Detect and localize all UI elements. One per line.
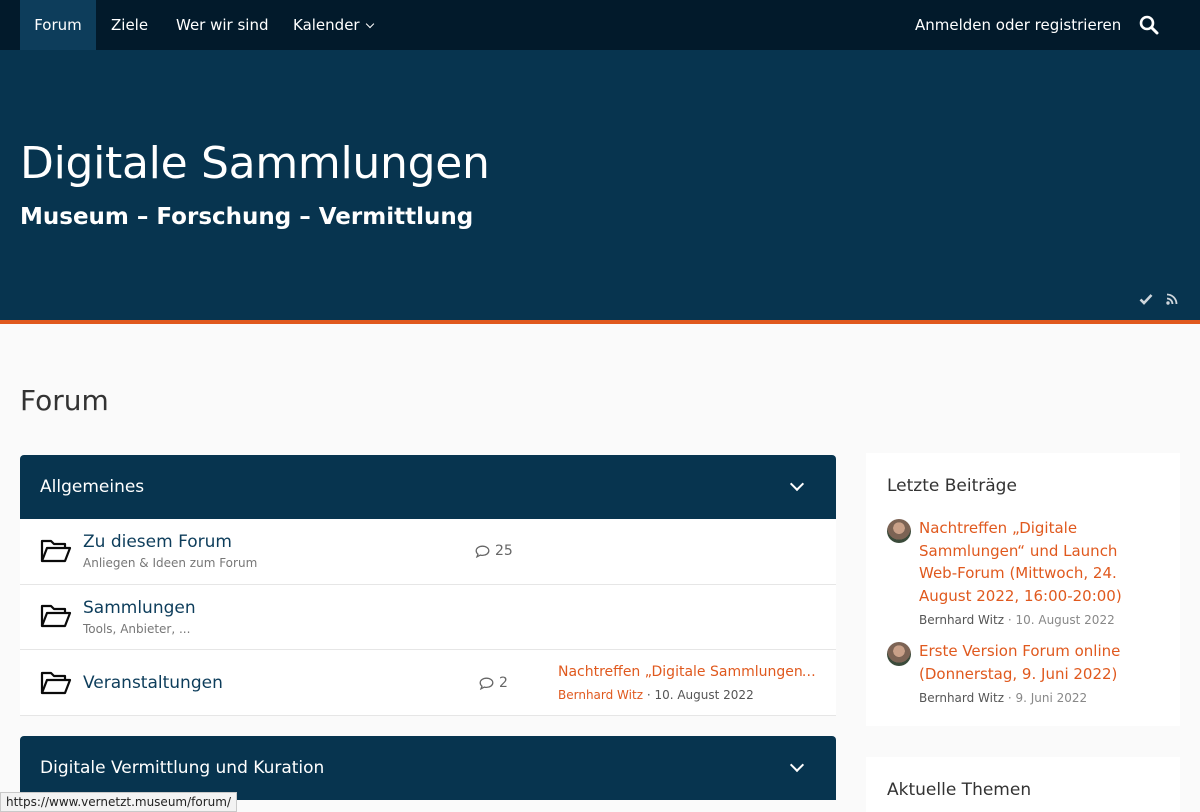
recent-posts-box: Letzte Beiträge Nachtreffen „Digitale Sa…: [866, 453, 1180, 726]
post-author[interactable]: Bernhard Witz: [919, 691, 1004, 705]
category-title[interactable]: Digitale Vermittlung und Kuration: [40, 736, 324, 800]
last-post-meta: Bernhard Witz · 10. August 2022: [558, 688, 754, 702]
search-icon: [1139, 15, 1159, 35]
nav-item-forum[interactable]: Forum: [20, 0, 96, 50]
post-author[interactable]: Bernhard Witz: [919, 613, 1004, 627]
comment-icon: [479, 677, 494, 690]
post-title-link[interactable]: Nachtreffen „Digitale Sammlungen“ und La…: [919, 517, 1159, 607]
category-header-allgemeines[interactable]: Allgemeines: [20, 455, 836, 519]
folder-open-icon: [40, 604, 72, 628]
last-post-author[interactable]: Bernhard Witz: [558, 688, 643, 702]
recent-posts-title: Letzte Beiträge: [887, 476, 1017, 496]
site-subtitle: Museum – Forschung – Vermittlung: [20, 204, 474, 230]
recent-post-item: Nachtreffen „Digitale Sammlungen“ und La…: [887, 517, 1157, 632]
board-title[interactable]: Zu diesem Forum: [83, 532, 232, 552]
avatar[interactable]: [887, 519, 911, 543]
board-description: Anliegen & Ideen zum Forum: [83, 556, 258, 570]
post-count: 2: [479, 675, 508, 691]
rss-icon[interactable]: [1166, 293, 1178, 305]
nav-item-wer-wir-sind[interactable]: Wer wir sind: [176, 0, 269, 50]
chevron-down-icon[interactable]: [789, 757, 805, 773]
header-accent-line: [0, 320, 1200, 324]
board-row-zu-diesem-forum: Zu diesem Forum Anliegen & Ideen zum For…: [20, 519, 836, 585]
category-title[interactable]: Allgemeines: [40, 455, 144, 519]
site-title[interactable]: Digitale Sammlungen: [20, 138, 490, 189]
folder-open-icon: [40, 671, 72, 695]
board-title[interactable]: Sammlungen: [83, 598, 196, 618]
check-icon[interactable]: [1139, 293, 1153, 305]
chevron-down-icon: [365, 19, 374, 29]
nav-item-ziele[interactable]: Ziele: [111, 0, 148, 50]
page-title: Forum: [20, 384, 109, 417]
search-button[interactable]: [1138, 0, 1160, 50]
nav-item-kalender[interactable]: Kalender: [293, 0, 374, 50]
comment-icon: [475, 545, 490, 558]
folder-open-icon: [40, 539, 72, 563]
last-post-link[interactable]: Nachtreffen „Digitale Sammlungen“ und La…: [558, 664, 818, 680]
avatar[interactable]: [887, 642, 911, 666]
post-date: 9. Juni 2022: [1015, 691, 1088, 705]
post-count: 25: [475, 543, 513, 559]
post-date: 10. August 2022: [1015, 613, 1115, 627]
board-title[interactable]: Veranstaltungen: [83, 673, 223, 693]
browser-status-url: https://www.vernetzt.museum/forum/: [0, 792, 237, 812]
board-description: Tools, Anbieter, ...: [83, 622, 191, 636]
recent-post-item: Erste Version Forum online (Donnerstag, …: [887, 640, 1157, 710]
top-navigation: Forum Ziele Wer wir sind Kalender Anmeld…: [0, 0, 1200, 50]
current-topics-box: Aktuelle Themen: [866, 757, 1180, 812]
current-topics-title: Aktuelle Themen: [887, 780, 1032, 800]
board-row-sammlungen: Sammlungen Tools, Anbieter, ...: [20, 585, 836, 650]
category-header-digitale-vermittlung[interactable]: Digitale Vermittlung und Kuration: [20, 736, 836, 800]
post-meta: Bernhard Witz · 9. Juni 2022: [919, 691, 1088, 705]
last-post-date: 10. August 2022: [654, 688, 754, 702]
board-row-veranstaltungen: Veranstaltungen 2 Nachtreffen „Digitale …: [20, 650, 836, 716]
chevron-down-icon[interactable]: [789, 476, 805, 492]
site-header: Digitale Sammlungen Museum – Forschung –…: [0, 50, 1200, 320]
login-register-link[interactable]: Anmelden oder registrieren: [915, 0, 1121, 50]
post-meta: Bernhard Witz · 10. August 2022: [919, 613, 1115, 627]
post-title-link[interactable]: Erste Version Forum online (Donnerstag, …: [919, 640, 1159, 685]
